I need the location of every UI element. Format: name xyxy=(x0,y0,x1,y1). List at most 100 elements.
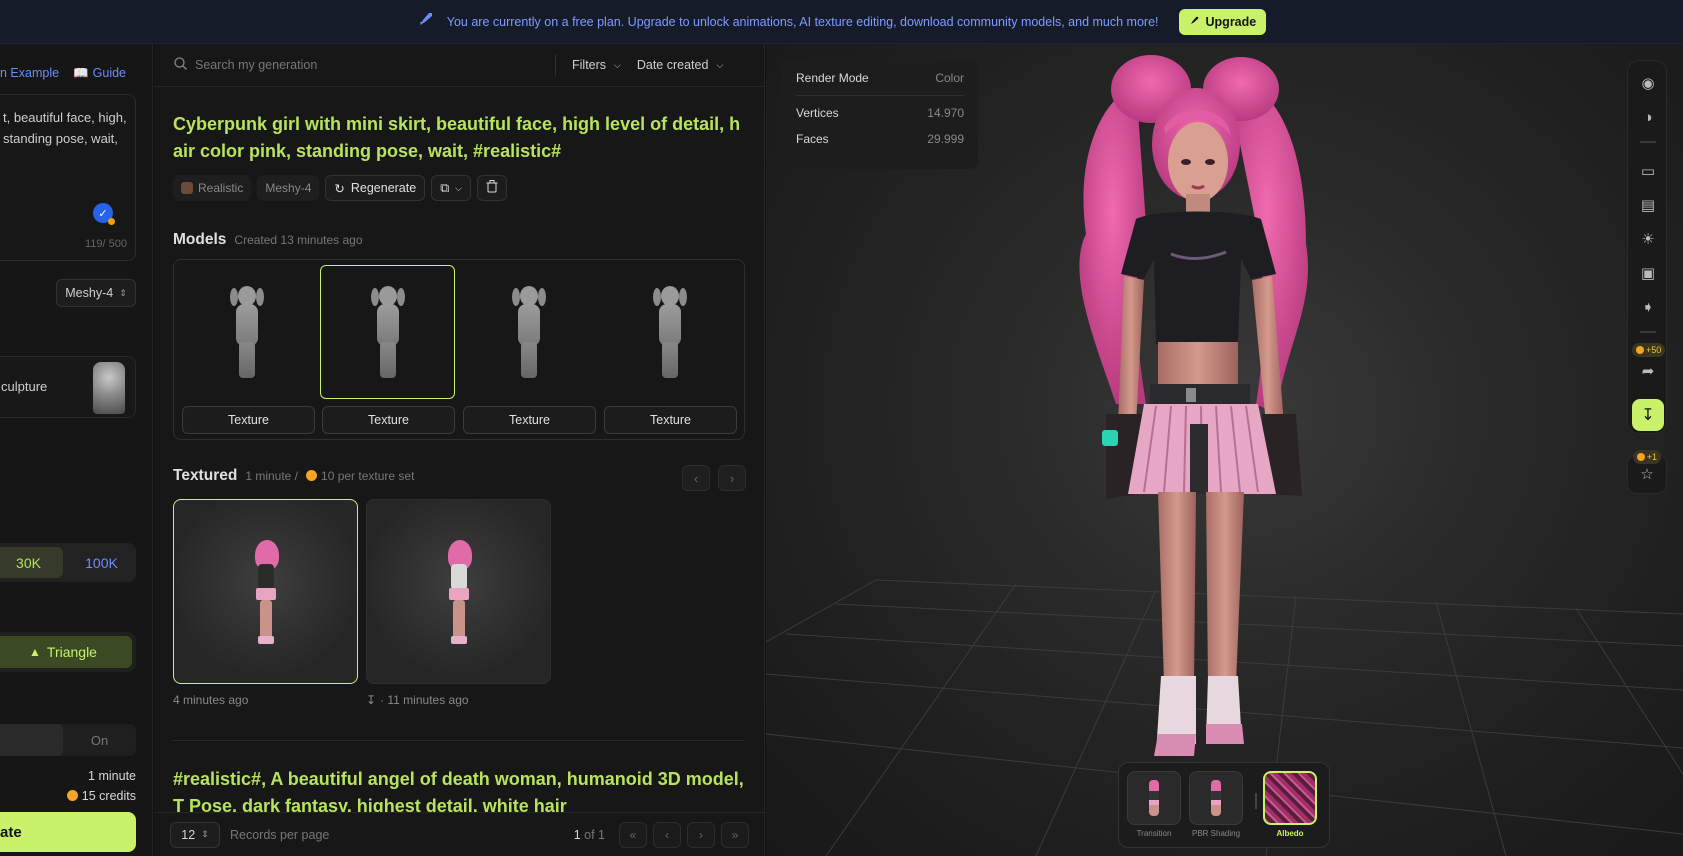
prompt-assist-icon[interactable]: ✓ xyxy=(93,203,115,225)
divider xyxy=(1640,141,1656,143)
sculpture-bust-image xyxy=(93,362,125,414)
render-mode-switcher: Transition PBR Shading Albedo xyxy=(1118,762,1330,848)
vertices-value: 14.970 xyxy=(927,106,964,120)
texture-button-4[interactable]: Texture xyxy=(604,406,737,434)
wireframe-icon[interactable]: ▤ xyxy=(1636,193,1660,217)
regenerate-button[interactable]: ↻ Regenerate xyxy=(325,175,426,201)
coin-icon xyxy=(306,470,318,481)
generation-list-panel: Search my generation Filters ⌵ Date creat… xyxy=(154,44,765,856)
prompt-text: t, beautiful face, high, standing pose, … xyxy=(3,110,127,146)
hdri-environment-icon[interactable]: ◉ xyxy=(1636,71,1660,95)
prev-arrow-button[interactable]: ‹ xyxy=(682,465,710,491)
textured-caption-1: 4 minutes ago xyxy=(173,693,249,707)
mode-albedo-label: Albedo xyxy=(1276,829,1304,838)
copy-icon: ⧉ xyxy=(440,180,450,195)
regenerate-label: Regenerate xyxy=(350,181,417,195)
share-icon[interactable]: ➦ xyxy=(1636,359,1660,383)
model-preview-4[interactable] xyxy=(602,265,737,399)
example-link[interactable]: n Example xyxy=(0,66,59,81)
viewer-toolbar: ◉ ◑ ▭ ▤ ☀ ▣ ➧ +50 ➦ ↧ xyxy=(1627,60,1667,434)
rocket-icon xyxy=(417,10,435,33)
first-page-button[interactable]: « xyxy=(619,821,647,848)
upgrade-label: Upgrade xyxy=(1205,14,1257,29)
sort-label: Date created xyxy=(636,58,709,72)
monitor-icon[interactable]: ▭ xyxy=(1636,159,1660,183)
polycount-100k[interactable]: 100K xyxy=(67,543,136,582)
feedback-badge-text: +1 xyxy=(1646,452,1657,462)
model-select-value: Meshy-4 xyxy=(65,286,114,300)
textured-thumbnail-2[interactable] xyxy=(366,499,551,684)
texture-cost: 10 per texture set xyxy=(321,469,415,483)
material-sphere-icon[interactable]: ◑ xyxy=(1636,105,1660,129)
light-icon[interactable]: ☀ xyxy=(1636,227,1660,251)
divider xyxy=(1640,331,1656,333)
prompt-textarea[interactable]: t, beautiful face, high, standing pose, … xyxy=(0,94,136,261)
texture-paint-icon[interactable]: ▣ xyxy=(1636,261,1660,285)
art-style-card[interactable]: culpture xyxy=(0,356,136,418)
model-tag: Meshy-4 xyxy=(257,175,320,201)
texture-button-3[interactable]: Texture xyxy=(463,406,596,434)
divider xyxy=(173,740,745,741)
model-select[interactable]: Meshy-4 ⇕ xyxy=(56,279,136,307)
remesh-on[interactable]: On xyxy=(63,724,136,756)
refresh-icon: ↻ xyxy=(334,181,345,196)
download-icon: ↧ xyxy=(366,693,377,707)
mode-albedo[interactable]: Albedo xyxy=(1263,771,1317,843)
share-reward-badge: +50 xyxy=(1632,343,1666,357)
divider xyxy=(796,95,964,96)
model-preview-2[interactable] xyxy=(320,265,455,399)
render-mode-label: Render Mode xyxy=(796,71,869,85)
download-button[interactable]: ↧ xyxy=(1632,399,1664,431)
generate-button[interactable]: ate xyxy=(0,812,136,852)
model-preview-1[interactable] xyxy=(179,265,314,399)
faces-value: 29.999 xyxy=(927,132,964,146)
chevron-down-icon: ⌵ xyxy=(614,59,621,70)
model-figure xyxy=(511,286,546,378)
textured-thumbnail-1[interactable] xyxy=(173,499,358,684)
textured-model-figure xyxy=(249,539,283,644)
vertices-row: Vertices 14.970 xyxy=(796,100,964,126)
style-tag: Realistic xyxy=(173,175,252,201)
remesh-toggle: On xyxy=(0,724,136,756)
mode-pbr-shading[interactable]: PBR Shading xyxy=(1189,771,1243,843)
banner-message: You are currently on a free plan. Upgrad… xyxy=(446,14,1159,29)
filters-label: Filters xyxy=(572,58,607,72)
model-info-panel: Render Mode Color Vertices 14.970 Faces … xyxy=(782,61,978,169)
polycount-toggle: 30K 100K xyxy=(0,543,136,582)
texture-button-2[interactable]: Texture xyxy=(322,406,455,434)
pagination: 12 ⇕ Records per page 1 of 1 « ‹ › » xyxy=(154,812,764,856)
trash-icon xyxy=(486,180,498,196)
rocket-icon xyxy=(1189,15,1200,29)
next-page-button[interactable]: › xyxy=(687,821,715,848)
last-page-button[interactable]: » xyxy=(721,821,749,848)
prev-page-button[interactable]: ‹ xyxy=(653,821,681,848)
search-input[interactable]: Search my generation xyxy=(195,58,555,72)
model-preview-3[interactable] xyxy=(461,265,596,399)
remesh-off[interactable] xyxy=(0,724,63,756)
guide-link[interactable]: 📖 Guide xyxy=(73,66,126,81)
render-mode-value: Color xyxy=(935,71,964,85)
texture-button-1[interactable]: Texture xyxy=(182,406,315,434)
textured-caption-2: ↧ · 11 minutes ago xyxy=(366,693,469,707)
book-icon: 📖 xyxy=(73,66,89,80)
sort-dropdown[interactable]: Date created ⌵ xyxy=(637,58,723,72)
delete-button[interactable] xyxy=(476,175,507,201)
render-mode-row[interactable]: Render Mode Color xyxy=(796,65,964,91)
filters-dropdown[interactable]: Filters ⌵ xyxy=(572,58,621,72)
topology-triangle[interactable]: ▲ Triangle xyxy=(0,636,132,668)
page-size-select[interactable]: 12 ⇕ xyxy=(170,821,220,848)
upgrade-button[interactable]: Upgrade xyxy=(1178,8,1267,35)
page-total: of 1 xyxy=(584,827,605,842)
textured-heading: Textured xyxy=(173,467,238,484)
animate-running-icon[interactable]: ➧ xyxy=(1636,295,1660,319)
vertices-label: Vertices xyxy=(796,106,839,120)
generation-cost: 1 minute 15 credits xyxy=(66,766,136,806)
copy-dropdown-button[interactable]: ⧉ ⌵ xyxy=(431,175,471,201)
textured-nav: ‹ › xyxy=(682,465,746,491)
mode-transition[interactable]: Transition xyxy=(1127,771,1181,843)
model-viewport[interactable]: Render Mode Color Vertices 14.970 Faces … xyxy=(766,44,1683,856)
polycount-30k[interactable]: 30K xyxy=(0,547,63,578)
next-arrow-button[interactable]: › xyxy=(718,465,746,491)
textured-caption-2-text: · 11 minutes ago xyxy=(380,693,469,707)
divider xyxy=(555,54,556,76)
